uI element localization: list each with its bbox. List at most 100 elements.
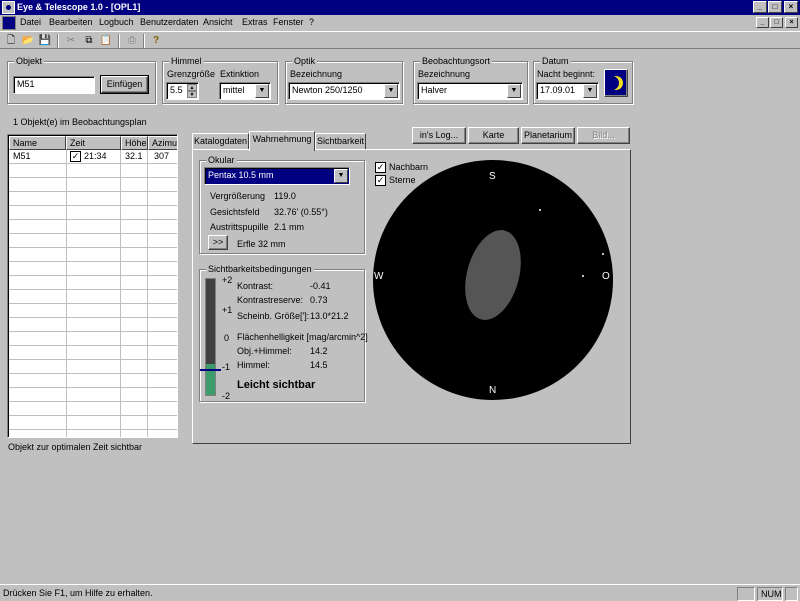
table-row-empty xyxy=(9,388,177,402)
mdi-close-button[interactable]: × xyxy=(785,17,798,28)
menu-bar: Datei Bearbeiten Logbuch Benutzerdaten A… xyxy=(0,15,800,31)
okular-select[interactable]: Pentax 10.5 mm ▼ xyxy=(204,167,350,185)
field-star xyxy=(582,275,584,277)
kontrastreserve-value: 0.73 xyxy=(310,295,328,305)
eyepiece-field-view[interactable]: S N W O xyxy=(370,155,616,405)
menu-help[interactable]: ? xyxy=(309,17,314,27)
table-row-empty xyxy=(9,374,177,388)
save-disk-icon[interactable]: 💾 xyxy=(37,34,53,48)
scale-label-plus2: +2 xyxy=(222,275,233,285)
menu-extras[interactable]: Extras xyxy=(242,17,268,27)
print-icon[interactable]: ⎙ xyxy=(124,34,140,48)
grenzgroesse-spinner[interactable]: 5.5 ▲ ▼ xyxy=(166,82,199,100)
table-row-empty xyxy=(9,318,177,332)
chevron-down-icon[interactable]: ▼ xyxy=(583,84,597,98)
column-header-zeit[interactable]: Zeit xyxy=(66,136,121,150)
ort-select[interactable]: Halver ▼ xyxy=(417,82,523,100)
spin-down-icon[interactable]: ▼ xyxy=(187,91,197,98)
planetarium-button[interactable]: Planetarium xyxy=(521,127,575,144)
open-folder-icon[interactable]: 📂 xyxy=(20,34,36,48)
field-star xyxy=(602,253,604,255)
menu-bearbeiten[interactable]: Bearbeiten xyxy=(49,17,93,27)
document-icon[interactable] xyxy=(2,16,16,30)
optik-select[interactable]: Newton 250/1250 ▼ xyxy=(288,82,400,100)
himmel-legend: Himmel xyxy=(169,56,204,66)
objekt-input[interactable]: M51 xyxy=(13,76,95,94)
help-icon[interactable]: ? xyxy=(148,34,164,48)
cut-icon[interactable]: ✂ xyxy=(63,34,79,48)
moon-phase-button[interactable] xyxy=(604,69,628,97)
row-checkbox[interactable]: ✓ xyxy=(70,151,81,162)
karte-button[interactable]: Karte xyxy=(468,127,519,144)
gesichtsfeld-label: Gesichtsfeld xyxy=(210,207,260,217)
beobachtungsplan-table[interactable]: Name Zeit Höhe Azimut M51 ✓ 21:34 32.1 3… xyxy=(7,134,178,438)
kontrastreserve-label: Kontrastreserve: xyxy=(237,295,304,305)
okular-more-button[interactable]: >> xyxy=(208,235,228,250)
compass-top-label: S xyxy=(489,171,496,182)
einfuegen-button[interactable]: Einfügen xyxy=(100,75,149,94)
minimize-button[interactable]: _ xyxy=(753,1,767,13)
chevron-down-icon[interactable]: ▼ xyxy=(255,84,269,98)
nacht-beginnt-label: Nacht beginnt: xyxy=(537,69,596,79)
ort-value: Halver xyxy=(421,85,448,95)
new-file-icon[interactable]: 🗋 xyxy=(3,34,19,48)
kontrast-label: Kontrast: xyxy=(237,281,274,291)
table-row-empty xyxy=(9,360,177,374)
compass-east-label: O xyxy=(602,271,610,282)
austrittspupille-value: 2.1 mm xyxy=(274,222,305,232)
tab-katalogdaten[interactable]: Katalogdaten xyxy=(192,133,249,150)
table-row-empty xyxy=(9,402,177,416)
extinktion-select[interactable]: mittel ▼ xyxy=(219,82,271,100)
ort-bezeichnung-label: Bezeichnung xyxy=(418,69,471,79)
close-button[interactable]: × xyxy=(784,1,798,13)
copy-icon[interactable]: ⧉ xyxy=(81,34,97,48)
status-pane-scroll xyxy=(785,587,798,601)
menu-logbuch[interactable]: Logbuch xyxy=(99,17,134,27)
table-row-empty xyxy=(9,416,177,430)
status-bar: Drücken Sie F1, um Hilfe zu erhalten. NU… xyxy=(0,584,800,601)
table-row-empty xyxy=(9,206,177,220)
chevron-down-icon[interactable]: ▼ xyxy=(507,84,521,98)
gesichtsfeld-value: 32.76' (0.55°) xyxy=(274,207,328,217)
menu-ansicht[interactable]: Ansicht xyxy=(203,17,233,27)
nachbarn-checkbox[interactable]: ✓ xyxy=(375,162,386,173)
himmel-label: Himmel: xyxy=(237,360,270,370)
sichtbarkeit-legend: Sichtbarkeitsbedingungen xyxy=(206,264,314,274)
column-header-hoehe[interactable]: Höhe xyxy=(121,136,148,150)
paste-icon[interactable]: 📋 xyxy=(98,34,114,48)
table-row[interactable]: M51 ✓ 21:34 32.1 307 xyxy=(9,150,177,164)
maximize-button[interactable]: □ xyxy=(768,1,782,13)
column-header-azimut[interactable]: Azimut xyxy=(148,136,177,150)
optik-value: Newton 250/1250 xyxy=(292,85,363,95)
title-bar[interactable]: Eye & Telescope 1.0 - [OPL1] _ □ × xyxy=(0,0,800,15)
visibility-result: Leicht sichtbar xyxy=(237,379,316,391)
menu-fenster[interactable]: Fenster xyxy=(273,17,304,27)
tab-wahrnehmung[interactable]: Wahrnehmung xyxy=(249,131,315,151)
tab-sichtbarkeit[interactable]: Sichtbarkeit xyxy=(315,133,366,150)
table-row-empty xyxy=(9,220,177,234)
mdi-restore-button[interactable]: □ xyxy=(770,17,783,28)
chevron-down-icon[interactable]: ▼ xyxy=(384,84,398,98)
scale-label-plus1: +1 xyxy=(222,305,233,315)
optik-legend: Optik xyxy=(292,56,318,66)
sterne-checkbox[interactable]: ✓ xyxy=(375,175,386,186)
himmel-value: 14.5 xyxy=(310,360,328,370)
menu-benutzerdaten[interactable]: Benutzerdaten xyxy=(140,17,199,27)
chevron-down-icon[interactable]: ▼ xyxy=(334,169,348,183)
spin-up-icon[interactable]: ▲ xyxy=(187,84,197,91)
table-row-empty xyxy=(9,178,177,192)
column-header-name[interactable]: Name xyxy=(9,136,66,150)
moon-icon xyxy=(605,76,623,90)
datum-select[interactable]: 17.09.01 ▼ xyxy=(536,82,599,100)
menu-datei[interactable]: Datei xyxy=(20,17,41,27)
table-row-empty xyxy=(9,262,177,276)
compass-west-label: W xyxy=(374,271,384,282)
erfle-text: Erfle 32 mm xyxy=(237,239,286,249)
sterne-label[interactable]: Sterne xyxy=(389,175,416,185)
ins-log-button[interactable]: in's Log... xyxy=(412,127,466,144)
mdi-minimize-button[interactable]: _ xyxy=(756,17,769,28)
scale-label-minus1: -1 xyxy=(222,362,231,372)
nachbarn-label[interactable]: Nachbarn xyxy=(389,162,428,172)
app-icon[interactable] xyxy=(2,1,15,14)
table-row-empty xyxy=(9,276,177,290)
